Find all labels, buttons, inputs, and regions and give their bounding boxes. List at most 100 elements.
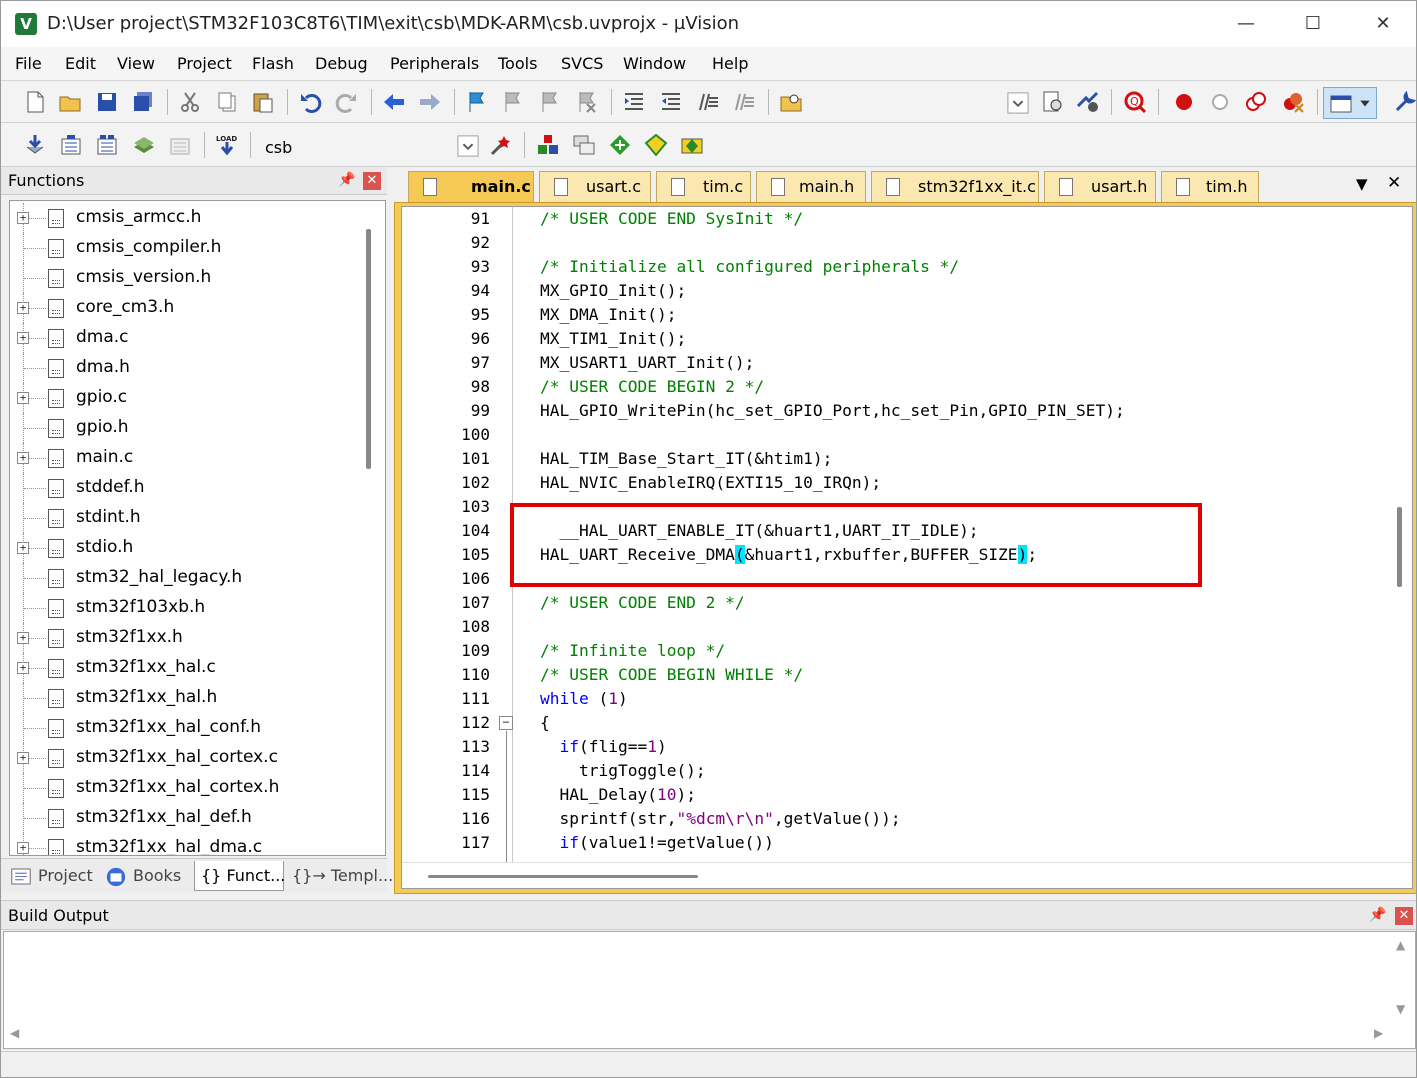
bookmark-next-icon[interactable] xyxy=(538,90,562,114)
tab-usart-h[interactable]: usart.h xyxy=(1044,171,1156,202)
cut-icon[interactable] xyxy=(178,90,202,114)
scroll-right-icon[interactable]: ▶ xyxy=(1374,1026,1383,1040)
editor-vertical-scrollbar[interactable] xyxy=(1389,207,1411,862)
incremental-find-icon[interactable] xyxy=(1076,90,1100,114)
menu-window[interactable]: Window xyxy=(623,54,686,73)
expand-icon[interactable]: + xyxy=(17,212,29,224)
expand-icon[interactable]: + xyxy=(17,842,29,854)
expand-icon[interactable]: + xyxy=(17,662,29,674)
menu-peripherals[interactable]: Peripherals xyxy=(390,54,479,73)
editor-horizontal-scrollbar[interactable] xyxy=(402,862,1412,888)
select-software-packs-icon[interactable] xyxy=(608,133,632,157)
build-output-text[interactable]: ▲ ▼ ◀ ▶ xyxy=(3,931,1416,1049)
unindent-icon[interactable] xyxy=(659,90,683,114)
tree-item[interactable]: stddef.h xyxy=(10,473,370,503)
menu-svcs[interactable]: SVCS xyxy=(561,54,603,73)
menu-edit[interactable]: Edit xyxy=(65,54,96,73)
code-line[interactable]: trigToggle(); xyxy=(540,761,706,780)
tree-item[interactable]: dma.h xyxy=(10,353,370,383)
code-editor[interactable]: 91 92 93 94 95 96 97 98 99 100 101 102 103 104 105 106 1… xyxy=(401,206,1413,889)
menu-project[interactable]: Project xyxy=(177,54,232,73)
options-for-target-icon[interactable] xyxy=(489,133,513,157)
tree-item[interactable]: + core_cm3.h xyxy=(10,293,370,323)
code-line[interactable]: MX_DMA_Init(); xyxy=(540,305,676,324)
tree-item[interactable]: stm32f1xx_hal_def.h xyxy=(10,803,370,833)
indent-icon[interactable] xyxy=(622,90,646,114)
code-line[interactable]: MX_USART1_UART_Init(); xyxy=(540,353,754,372)
vertical-scrollbar-thumb[interactable] xyxy=(1397,507,1402,587)
kill-all-breakpoints-icon[interactable] xyxy=(1281,90,1305,114)
pin-icon[interactable]: 📌 xyxy=(1369,907,1386,923)
code-line[interactable]: MX_GPIO_Init(); xyxy=(540,281,686,300)
menu-flash[interactable]: Flash xyxy=(252,54,294,73)
scroll-down-icon[interactable]: ▼ xyxy=(1396,1002,1405,1016)
redo-icon[interactable] xyxy=(335,90,359,114)
expand-icon[interactable]: + xyxy=(17,752,29,764)
stop-build-icon[interactable] xyxy=(168,133,192,157)
code-line[interactable]: /* Initialize all configured peripherals… xyxy=(540,257,959,276)
rebuild-icon[interactable] xyxy=(95,133,119,157)
tree-item[interactable]: + cmsis_armcc.h xyxy=(10,203,370,233)
manage-run-time-environment-icon[interactable] xyxy=(536,133,560,157)
close-tab-icon[interactable]: ✕ xyxy=(1387,173,1401,193)
tree-item[interactable]: stm32f1xx_hal.h xyxy=(10,683,370,713)
expand-icon[interactable]: + xyxy=(17,302,29,314)
scroll-left-icon[interactable]: ◀ xyxy=(10,1026,19,1040)
tree-item[interactable]: + stm32f1xx_hal_dma.c xyxy=(10,833,370,855)
tab-usart-c[interactable]: usart.c xyxy=(539,171,651,202)
pack-installer-icon[interactable] xyxy=(644,133,668,157)
tree-item[interactable]: + stm32f1xx_hal.c xyxy=(10,653,370,683)
uncomment-icon[interactable] xyxy=(732,90,756,114)
tab-list-dropdown-icon[interactable]: ▼ xyxy=(1356,175,1368,193)
code-line[interactable]: HAL_Delay(10); xyxy=(540,785,695,804)
collapse-block-icon[interactable]: − xyxy=(499,716,513,730)
expand-icon[interactable]: + xyxy=(17,632,29,644)
menu-tools[interactable]: Tools xyxy=(498,54,537,73)
save-icon[interactable] xyxy=(95,90,119,114)
manage-project-items-icon[interactable] xyxy=(572,133,596,157)
window-layout-button[interactable] xyxy=(1323,87,1377,119)
tree-item[interactable]: + stm32f1xx.h xyxy=(10,623,370,653)
insert-breakpoint-icon[interactable] xyxy=(1172,90,1196,114)
close-panel-icon[interactable]: ✕ xyxy=(363,172,381,190)
download-load-icon[interactable]: LOAD xyxy=(215,133,239,157)
tree-item[interactable]: cmsis_compiler.h xyxy=(10,233,370,263)
expand-icon[interactable]: + xyxy=(17,332,29,344)
tree-item[interactable]: + main.c xyxy=(10,443,370,473)
menu-debug[interactable]: Debug xyxy=(315,54,368,73)
tree-item[interactable]: + gpio.c xyxy=(10,383,370,413)
tree-item[interactable]: stdint.h xyxy=(10,503,370,533)
tree-item[interactable]: cmsis_version.h xyxy=(10,263,370,293)
code-line[interactable]: if(value1!=getValue()) xyxy=(540,833,774,852)
tree-scrollbar-thumb[interactable] xyxy=(366,229,371,469)
find-in-files-icon[interactable] xyxy=(779,90,803,114)
batch-build-icon[interactable] xyxy=(132,133,156,157)
close-build-output-icon[interactable]: ✕ xyxy=(1395,907,1413,925)
configure-tools-icon[interactable] xyxy=(1393,90,1417,114)
code-line[interactable]: if(flig==1) xyxy=(540,737,667,756)
code-line[interactable]: HAL_TIM_Base_Start_IT(&htim1); xyxy=(540,449,832,468)
tree-item[interactable]: + stdio.h xyxy=(10,533,370,563)
build-icon[interactable] xyxy=(59,133,83,157)
menu-file[interactable]: File xyxy=(15,54,42,73)
code-line[interactable]: sprintf(str,"%dcm\r\n",getValue()); xyxy=(540,809,900,828)
new-file-icon[interactable] xyxy=(23,90,47,114)
tree-item[interactable]: + stm32f1xx_hal_cortex.c xyxy=(10,743,370,773)
expand-icon[interactable]: + xyxy=(17,392,29,404)
bookmark-clear-icon[interactable] xyxy=(575,90,599,114)
navigate-back-icon[interactable] xyxy=(382,90,406,114)
save-all-icon[interactable] xyxy=(131,90,155,114)
code-line[interactable]: /* USER CODE END SysInit */ xyxy=(540,209,803,228)
paste-icon[interactable] xyxy=(251,90,275,114)
tab-tim-h[interactable]: tim.h xyxy=(1161,171,1259,202)
tree-item[interactable]: stm32f1xx_hal_cortex.h xyxy=(10,773,370,803)
code-line[interactable]: MX_TIM1_Init(); xyxy=(540,329,686,348)
code-line[interactable]: HAL_NVIC_EnableIRQ(EXTI15_10_IRQn); xyxy=(540,473,881,492)
minimize-button[interactable]: — xyxy=(1223,9,1269,39)
menu-help[interactable]: Help xyxy=(712,54,748,73)
menu-view[interactable]: View xyxy=(117,54,155,73)
tree-item[interactable]: gpio.h xyxy=(10,413,370,443)
bookmark-toggle-icon[interactable] xyxy=(465,90,489,114)
code-line[interactable]: /* Infinite loop */ xyxy=(540,641,725,660)
tab-main-h[interactable]: main.h xyxy=(756,171,866,202)
